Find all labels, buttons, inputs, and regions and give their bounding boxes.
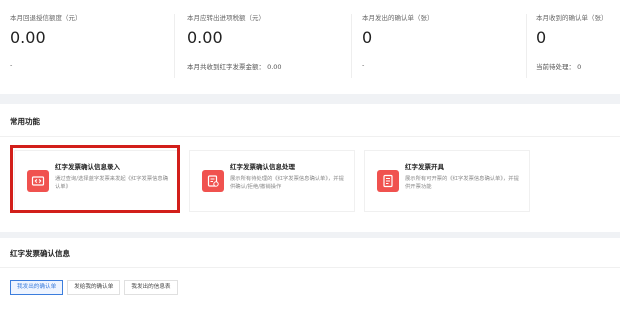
stat-foot: 本月共收到红字发票金额： 0.00	[187, 63, 282, 71]
stat-value: 0	[362, 28, 373, 47]
func-desc: 展示所有可开票的《红字发票信息确认单》，并提供开票功能	[405, 176, 519, 190]
stat-refund-credit: 本月回退授信额度（元） 0.00 -	[10, 14, 175, 78]
stat-value: 0	[536, 28, 547, 47]
stat-input-tax-transfer: 本月应转出进项税额（元） 0.00 本月共收到红字发票金额： 0.00	[187, 14, 352, 78]
tab-sent-confirmations[interactable]: 我发出的确认单	[10, 280, 64, 295]
stat-label: 本月发出的确认单（张）	[362, 14, 434, 22]
stat-received-confirmations: 本月收到的确认单（张） 0 当前待处理： 0	[536, 14, 620, 78]
confirmation-info-panel: 红字发票确认信息 我发出的确认单 发给我的确认单 我发出的信息表	[0, 238, 620, 309]
divider	[0, 136, 620, 137]
stat-sent-confirmations: 本月发出的确认单（张） 0 -	[362, 14, 527, 78]
func-card-process[interactable]: 红字发票确认信息处理 展示所有待处理的《红字发票信息确认单》，并提供确认/拒绝/…	[189, 150, 355, 212]
highlight-annotation	[10, 145, 180, 213]
confirmation-info-title: 红字发票确认信息	[10, 249, 70, 258]
func-card-issue[interactable]: 红字发票开具 展示所有可开票的《红字发票信息确认单》，并提供开票功能	[364, 150, 530, 212]
stat-foot: -	[10, 61, 13, 69]
stat-label: 本月应转出进项税额（元）	[187, 14, 265, 22]
tab-received-confirmations[interactable]: 发给我的确认单	[67, 280, 121, 295]
func-desc: 展示所有待处理的《红字发票信息确认单》，并提供确认/拒绝/撤销操作	[230, 176, 344, 190]
stats-panel: 本月回退授信额度（元） 0.00 - 本月应转出进项税额（元） 0.00 本月共…	[0, 0, 620, 94]
stat-label: 本月回退授信额度（元）	[10, 14, 82, 22]
func-title: 红字发票开具	[405, 163, 444, 171]
stat-value: 0.00	[187, 28, 223, 47]
divider	[0, 267, 620, 268]
stat-value: 0.00	[10, 28, 46, 47]
confirmation-tabs: 我发出的确认单 发给我的确认单 我发出的信息表	[10, 280, 178, 295]
func-title: 红字发票确认信息处理	[230, 163, 295, 171]
invoice-process-icon	[202, 170, 224, 192]
stat-foot: 当前待处理： 0	[536, 63, 582, 71]
invoice-issue-icon	[377, 170, 399, 192]
tab-sent-info-sheets[interactable]: 我发出的信息表	[124, 280, 178, 295]
common-functions-title: 常用功能	[10, 117, 40, 126]
stat-label: 本月收到的确认单（张）	[536, 14, 608, 22]
stat-foot: -	[362, 61, 365, 69]
